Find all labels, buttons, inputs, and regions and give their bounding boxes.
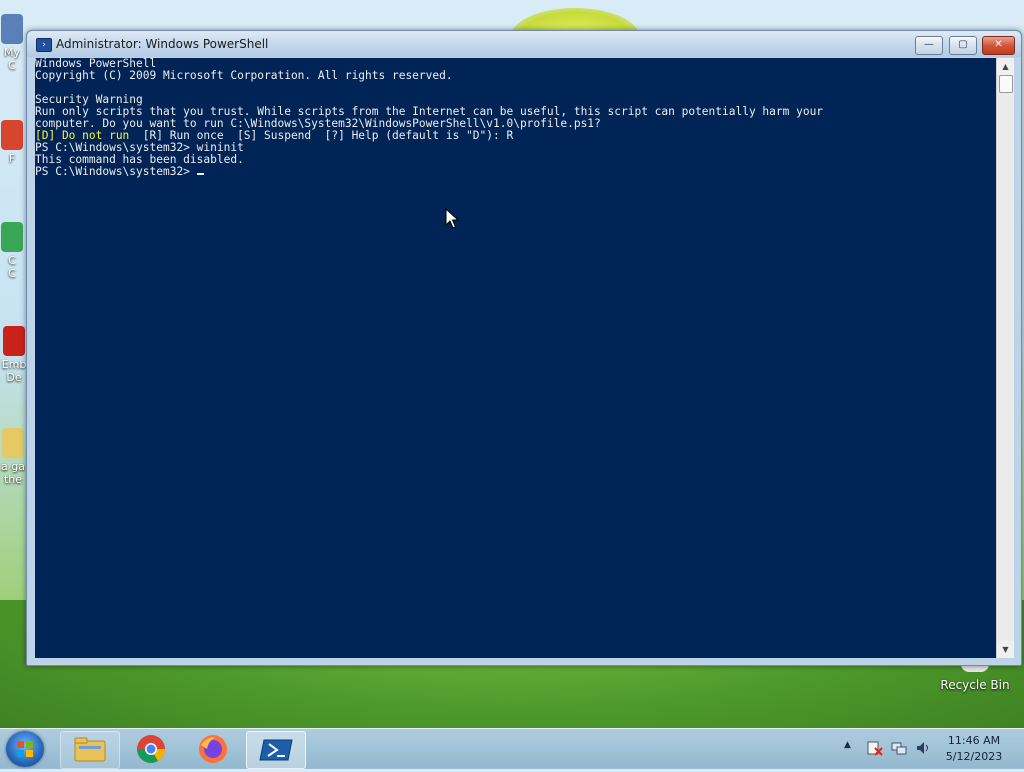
clock-date: 5/12/2023	[945, 750, 1003, 763]
powershell-icon	[259, 739, 293, 761]
mouse-pointer-icon	[445, 208, 459, 229]
recycle-bin-label: Recycle Bin	[940, 678, 1010, 692]
console-line: Copyright (C) 2009 Microsoft Corporation…	[35, 69, 453, 82]
vertical-scrollbar[interactable]: ▲ ▼	[996, 58, 1014, 658]
desktop-icon-label: a ga	[1, 460, 25, 473]
console-area[interactable]: Windows PowerShell Copyright (C) 2009 Mic…	[35, 58, 996, 658]
taskbar-firefox[interactable]	[184, 731, 242, 767]
chrome-icon	[137, 735, 165, 763]
desktop-icon-chrome[interactable]: C C	[0, 222, 24, 280]
desktop-icon-pdf[interactable]: Emb De	[0, 326, 28, 384]
firefox-icon	[199, 735, 227, 763]
desktop-icon-label: F	[8, 152, 16, 165]
window-title: Administrator: Windows PowerShell	[56, 37, 269, 51]
network-icon[interactable]	[890, 739, 908, 757]
desktop-icon-label: Emb	[1, 358, 27, 371]
desktop-icon-computer[interactable]: My C	[0, 14, 24, 72]
desktop-icon-label: C	[8, 254, 16, 267]
desktop-icon-label: the	[3, 473, 23, 486]
clock[interactable]: 11:46 AM 5/12/2023	[938, 733, 1010, 765]
scroll-up-icon[interactable]: ▲	[997, 58, 1014, 75]
action-center-icon[interactable]	[866, 739, 884, 757]
volume-icon[interactable]	[914, 739, 932, 757]
taskbar-powershell[interactable]	[246, 731, 306, 769]
minimize-button[interactable]: —	[915, 36, 943, 55]
close-button[interactable]: ✕	[982, 36, 1015, 55]
current-prompt: PS C:\Windows\system32>	[35, 165, 197, 178]
scrollbar-thumb[interactable]	[999, 75, 1013, 93]
desktop-icon-label: C	[8, 267, 16, 280]
taskbar-file-explorer[interactable]	[60, 731, 120, 769]
console-line-current[interactable]: PS C:\Windows\system32>	[35, 166, 823, 178]
text-cursor	[196, 173, 204, 175]
clock-time: 11:46 AM	[947, 734, 1001, 747]
title-bar[interactable]: › Administrator: Windows PowerShell — ▢ …	[27, 31, 1021, 57]
maximize-button[interactable]: ▢	[949, 36, 977, 55]
taskbar-chrome[interactable]	[122, 731, 180, 767]
show-hidden-icons-icon[interactable]: ▲	[844, 740, 851, 750]
desktop-icon-label: My C	[3, 46, 20, 72]
desktop-icon-label: De	[6, 371, 22, 384]
console-output: Windows PowerShell Copyright (C) 2009 Mic…	[35, 58, 823, 178]
windows-logo-icon	[17, 741, 33, 757]
powershell-window: › Administrator: Windows PowerShell — ▢ …	[26, 30, 1022, 666]
folder-icon	[74, 737, 106, 762]
scroll-down-icon[interactable]: ▼	[997, 641, 1014, 658]
start-button[interactable]	[6, 731, 44, 767]
powershell-icon: ›	[36, 38, 52, 52]
desktop-icon-file[interactable]: a ga the	[0, 428, 26, 486]
taskbar: ▲ 11:46 AM 5/12/2023	[0, 728, 1024, 769]
desktop-icon-shortcut-1[interactable]: F	[0, 120, 24, 165]
